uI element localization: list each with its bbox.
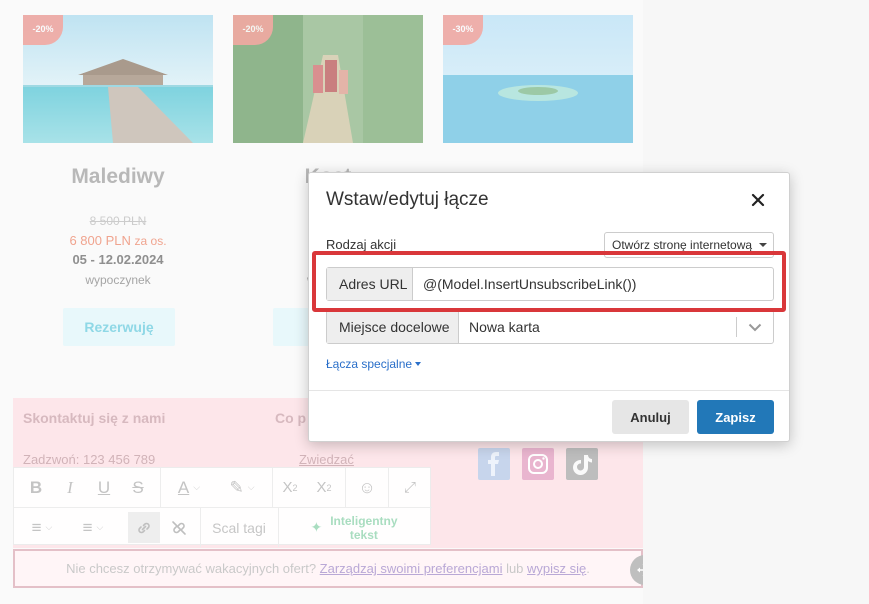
dialog-footer: Anuluj Zapisz — [309, 390, 789, 442]
toolbar-divider — [160, 468, 161, 507]
cancel-button[interactable]: Anuluj — [612, 400, 689, 434]
offer-title: Malediwy — [71, 165, 165, 188]
manage-preferences-link[interactable]: Zarządzaj swoimi preferencjami — [320, 561, 503, 576]
offer-image-island: -30% — [443, 15, 633, 143]
toolbar-divider — [388, 468, 389, 507]
unsubscribe-footer[interactable]: Nie chcesz otrzymywać wakacyjnych ofert?… — [13, 549, 643, 588]
tiktok-icon[interactable] — [566, 448, 598, 480]
numbered-list-button[interactable]: ≡ ⌵ — [70, 512, 116, 543]
toolbar-divider — [200, 508, 201, 547]
text-color-button[interactable]: A ⌵ — [166, 472, 212, 503]
toolbar-divider — [345, 468, 346, 507]
target-select[interactable]: Nowa karta — [459, 311, 736, 343]
special-links-dropdown[interactable]: Łącza specjalne — [326, 357, 422, 371]
merge-tags-label: Scal tagi — [212, 519, 266, 536]
footer-text: Nie chcesz otrzymywać wakacyjnych ofert? — [66, 561, 320, 576]
subscript-icon[interactable]: X2 — [310, 472, 338, 503]
chevron-down-icon: ⌵ — [193, 482, 201, 492]
book-button[interactable]: Rezerwuję — [63, 308, 175, 346]
strikethrough-icon[interactable]: S — [124, 472, 152, 503]
smart-text-button[interactable]: ✦ Inteligentny tekst — [284, 512, 424, 543]
highlighter-icon: ✎ — [229, 477, 244, 497]
footer-text: lub — [502, 561, 528, 576]
offer-dates: 05 - 12.02.2024 — [72, 252, 164, 267]
contact-phone: Zadzwoń: 123 456 789 — [23, 452, 156, 467]
bullet-list-button[interactable]: ≡ ⌵ — [20, 512, 64, 543]
bold-icon[interactable]: B — [22, 472, 50, 503]
caret-down-icon — [759, 243, 767, 247]
target-select-group: Miejsce docelowe Nowa karta — [326, 310, 774, 344]
offer-image-maldives: -20% — [23, 15, 213, 143]
url-highlight-box — [312, 251, 786, 312]
toolbar-row-insert: ≡ ⌵ ≡ ⌵ Scal tagi ✦ Inteligentny tekst — [14, 507, 432, 547]
unsubscribe-link[interactable]: wypisz się — [527, 561, 586, 576]
visit-link[interactable]: Zwiedzać — [299, 452, 354, 467]
smart-text-label: Inteligentny tekst — [330, 514, 397, 542]
numbered-list-icon: ≡ — [82, 517, 93, 537]
links-heading: Co p — [275, 410, 307, 426]
special-links-label: Łącza specjalne — [326, 357, 413, 371]
footer-text: . — [586, 561, 590, 576]
chevron-down-icon: ⌵ — [96, 522, 104, 532]
instagram-icon[interactable] — [522, 448, 554, 480]
target-label: Miejsce docelowe — [327, 311, 459, 343]
new-price-value: 6 800 PLN — [69, 233, 131, 248]
underline-icon[interactable]: U — [90, 472, 118, 503]
action-type-label: Rodzaj akcji — [326, 237, 397, 252]
merge-tags-button[interactable]: Scal tagi — [206, 512, 272, 543]
save-button[interactable]: Zapisz — [697, 400, 774, 434]
close-icon[interactable] — [745, 187, 771, 213]
collapse-icon[interactable]: ⤢ — [396, 472, 424, 503]
toolbar-divider — [278, 508, 279, 547]
unlink-icon[interactable] — [164, 512, 194, 543]
chevron-down-icon[interactable] — [737, 311, 773, 343]
highlight-color-button[interactable]: ✎ ⌵ — [218, 472, 266, 503]
rich-text-toolbar: B I U S A ⌵ ✎ ⌵ X2 X2 ☺ ⤢ ≡ ⌵ ≡ ⌵ Scal t… — [13, 467, 432, 547]
magic-wand-icon: ✦ — [310, 519, 323, 535]
new-price: 6 800 PLN za os. — [23, 233, 213, 248]
text-color-icon: A — [177, 477, 190, 497]
link-icon[interactable] — [128, 512, 160, 543]
dialog-title: Wstaw/edytuj łącze — [326, 189, 489, 210]
smart-text-line-2: tekst — [349, 527, 378, 542]
bullet-list-icon: ≡ — [31, 517, 42, 537]
caret-down-icon — [415, 362, 422, 366]
chevron-down-icon: ⌵ — [247, 482, 255, 492]
action-type-value: Otwórz stronę internetową — [612, 238, 753, 252]
chevron-down-icon: ⌵ — [45, 522, 53, 532]
new-price-suffix: za os. — [134, 234, 167, 248]
italic-icon[interactable]: I — [56, 472, 84, 503]
offer-card: -20% Malediwy 8 500 PLN 6 800 PLN za os.… — [23, 15, 213, 355]
toolbar-divider — [272, 468, 273, 507]
toolbar-row-formatting: B I U S A ⌵ ✎ ⌵ X2 X2 ☺ ⤢ — [14, 468, 432, 507]
offer-image-jungle: -20% — [233, 15, 423, 143]
contact-heading: Skontaktuj się z nami — [23, 410, 166, 426]
facebook-icon[interactable] — [478, 448, 510, 480]
smart-text-line-1: Inteligentny — [330, 513, 398, 528]
emoji-icon[interactable]: ☺ — [353, 472, 381, 503]
offer-type: wypoczynek — [85, 273, 151, 287]
old-price: 8 500 PLN — [89, 214, 147, 228]
superscript-icon[interactable]: X2 — [276, 472, 304, 503]
